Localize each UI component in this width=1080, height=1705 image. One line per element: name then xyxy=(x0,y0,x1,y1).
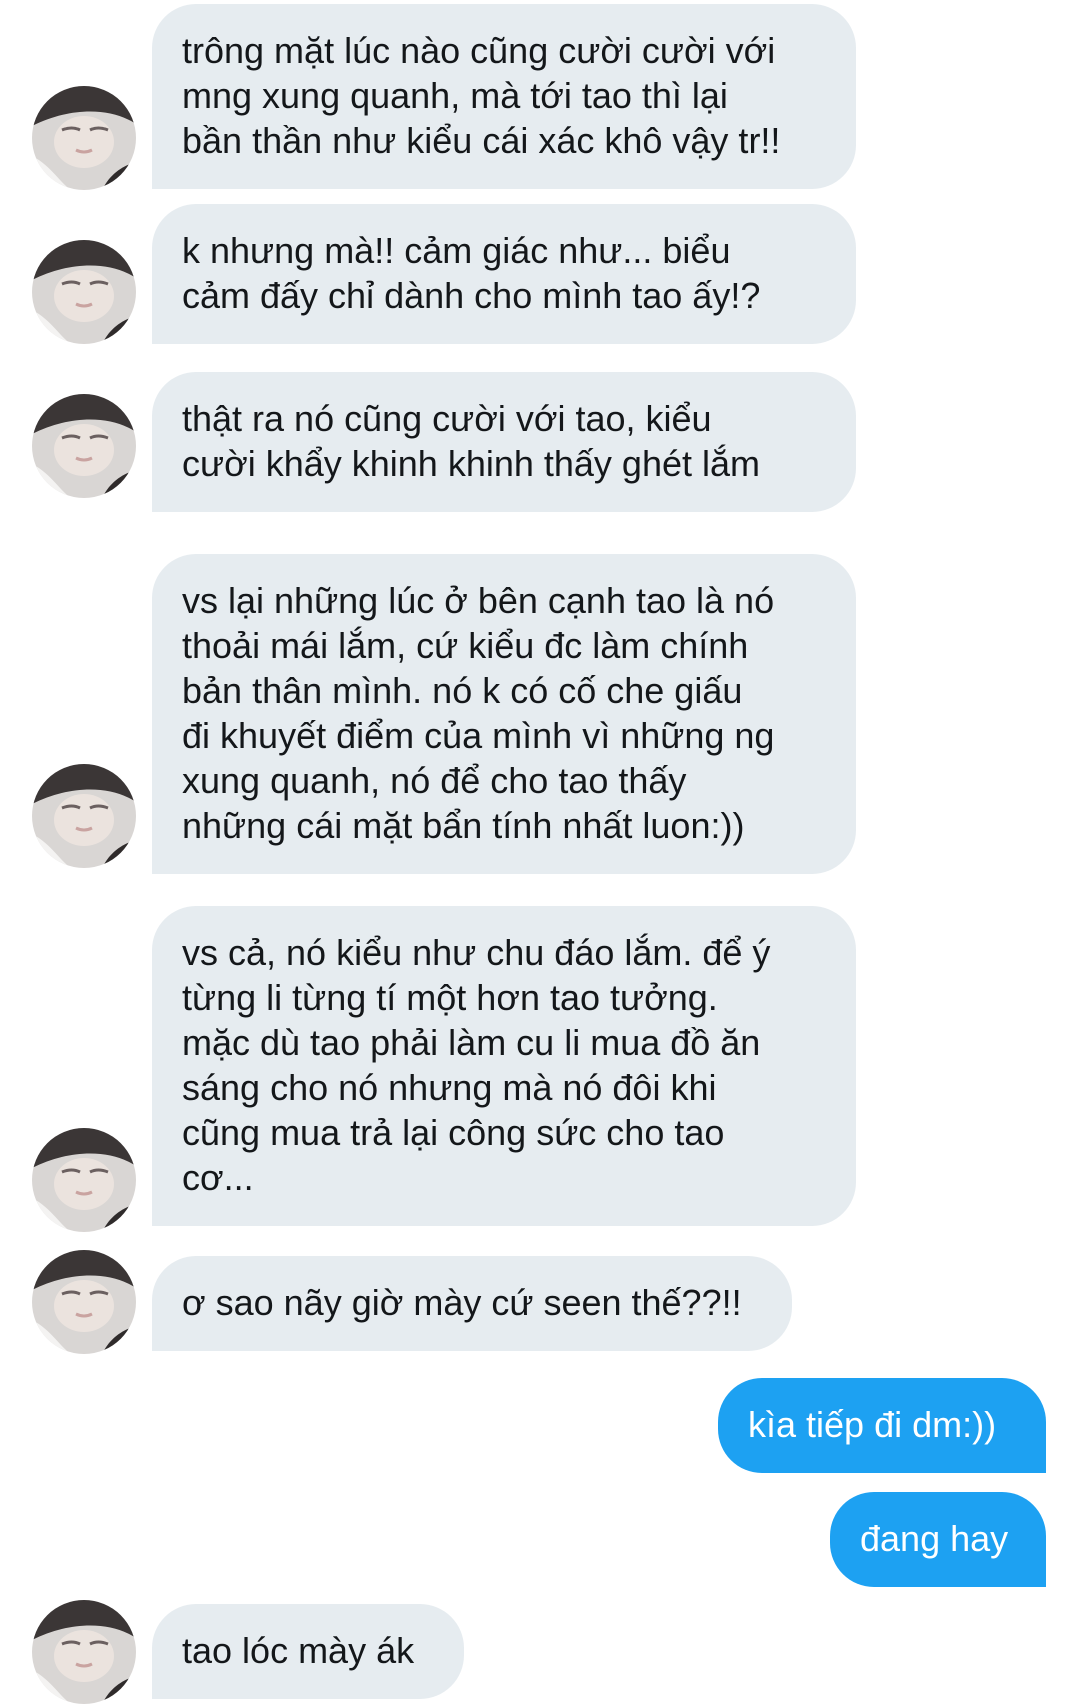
avatar-photo-icon xyxy=(32,1600,136,1704)
contact-avatar[interactable] xyxy=(32,764,136,868)
received-message[interactable]: tao lóc mày ák xyxy=(152,1604,464,1699)
avatar-photo-icon xyxy=(32,240,136,344)
received-message[interactable]: thật ra nó cũng cười với tao, kiểu cười … xyxy=(152,372,856,512)
received-message[interactable]: vs cả, nó kiểu như chu đáo lắm. để ý từn… xyxy=(152,906,856,1226)
contact-avatar[interactable] xyxy=(32,1250,136,1354)
avatar-photo-icon xyxy=(32,1128,136,1232)
sent-message[interactable]: kìa tiếp đi dm:)) xyxy=(718,1378,1046,1473)
contact-avatar[interactable] xyxy=(32,1600,136,1704)
received-message[interactable]: ơ sao nãy giờ mày cứ seen thế??!! xyxy=(152,1256,792,1351)
avatar-photo-icon xyxy=(32,394,136,498)
received-message[interactable]: k nhưng mà!! cảm giác như... biểu cảm đấ… xyxy=(152,204,856,344)
received-message[interactable]: vs lại những lúc ở bên cạnh tao là nó th… xyxy=(152,554,856,874)
contact-avatar[interactable] xyxy=(32,240,136,344)
message-thread: trông mặt lúc nào cũng cười cười với mng… xyxy=(0,0,1080,1705)
sent-message[interactable]: đang hay xyxy=(830,1492,1046,1587)
contact-avatar[interactable] xyxy=(32,86,136,190)
contact-avatar[interactable] xyxy=(32,1128,136,1232)
contact-avatar[interactable] xyxy=(32,394,136,498)
avatar-photo-icon xyxy=(32,1250,136,1354)
avatar-photo-icon xyxy=(32,86,136,190)
avatar-photo-icon xyxy=(32,764,136,868)
received-message[interactable]: trông mặt lúc nào cũng cười cười với mng… xyxy=(152,4,856,189)
